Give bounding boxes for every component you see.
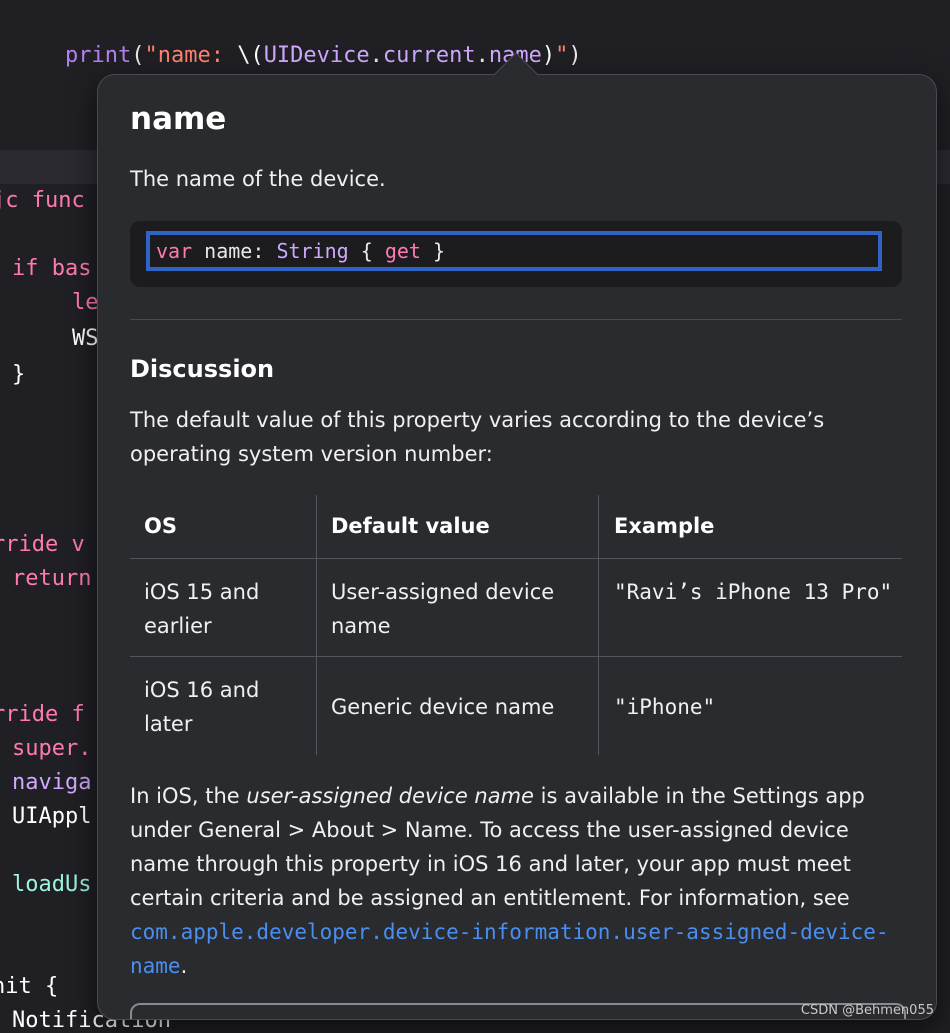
decl-colon: : xyxy=(252,239,265,263)
paren: ) xyxy=(568,43,582,68)
section-divider xyxy=(130,319,902,320)
get-keyword: get xyxy=(384,239,421,263)
table-cell: User-assigned device name xyxy=(331,580,555,638)
decl-type[interactable]: String xyxy=(276,239,348,263)
code-fragment[interactable]: le xyxy=(72,290,99,315)
code-fragment[interactable]: nit { xyxy=(0,974,58,999)
column-divider xyxy=(316,495,317,755)
discussion-text: The default value of this property varie… xyxy=(130,408,825,466)
code-fragment[interactable]: rride f xyxy=(0,702,85,727)
row-divider xyxy=(130,656,902,657)
interpolation-open: \( xyxy=(237,43,264,68)
symbol-title: name xyxy=(130,101,227,137)
entitlement-link[interactable]: com.apple.developer.device-information.u… xyxy=(130,920,889,978)
code-fragment[interactable]: loadUs xyxy=(12,872,91,897)
string-literal: "name: xyxy=(144,43,238,68)
brace: } xyxy=(433,239,446,263)
code-fragment[interactable]: WS xyxy=(72,326,99,351)
code-fragment[interactable]: super. xyxy=(12,736,91,761)
para-text: In iOS, the xyxy=(130,784,247,808)
interpolation-close: ) xyxy=(541,43,556,68)
table-cell: "iPhone" xyxy=(614,695,716,719)
table-header: Default value xyxy=(331,514,490,538)
table-header: Example xyxy=(614,514,715,538)
declaration-code[interactable]: var name: String { get } xyxy=(146,231,882,271)
print-function: print xyxy=(64,43,132,68)
table-cell: "Ravi’s iPhone 13 Pro" xyxy=(614,580,893,604)
var-keyword: var xyxy=(156,239,193,263)
entitlement-paragraph: In iOS, the user-assigned device name is… xyxy=(130,779,900,983)
table-cell: iOS 16 and later xyxy=(144,678,260,736)
column-divider xyxy=(598,495,599,755)
row-divider xyxy=(130,558,902,559)
uidevice-identifier[interactable]: UIDevice xyxy=(264,43,370,68)
watermark: CSDN @Behmen055 xyxy=(800,1003,934,1018)
para-emphasis: user-assigned device name xyxy=(246,784,534,808)
code-fragment[interactable]: jc func xyxy=(0,188,85,213)
declaration-box: var name: String { get } xyxy=(130,221,902,287)
paren: ( xyxy=(131,43,145,68)
table-cell: Generic device name xyxy=(331,695,555,719)
code-fragment[interactable]: } xyxy=(12,362,25,387)
current-identifier[interactable]: current xyxy=(383,43,476,68)
code-fragment[interactable]: rride v xyxy=(0,532,85,557)
next-section-box xyxy=(130,1003,906,1019)
code-fragment[interactable]: UIAppl xyxy=(12,804,91,829)
string-end: " xyxy=(555,43,569,68)
discussion-heading: Discussion xyxy=(130,355,275,383)
table-cell: iOS 15 and earlier xyxy=(144,580,260,638)
quick-help-popover[interactable]: name The name of the device. var name: S… xyxy=(97,74,937,1020)
code-fragment[interactable]: return xyxy=(12,566,91,591)
dot: . xyxy=(475,43,489,68)
para-text: . xyxy=(180,954,188,978)
table-header: OS xyxy=(144,514,177,538)
popover-arrow xyxy=(494,52,538,76)
symbol-summary: The name of the device. xyxy=(130,167,386,191)
code-fragment[interactable]: if bas xyxy=(12,256,91,281)
code-fragment[interactable]: naviga xyxy=(12,770,91,795)
brace: { xyxy=(360,239,373,263)
decl-name: name xyxy=(204,239,253,263)
dot: . xyxy=(369,43,383,68)
